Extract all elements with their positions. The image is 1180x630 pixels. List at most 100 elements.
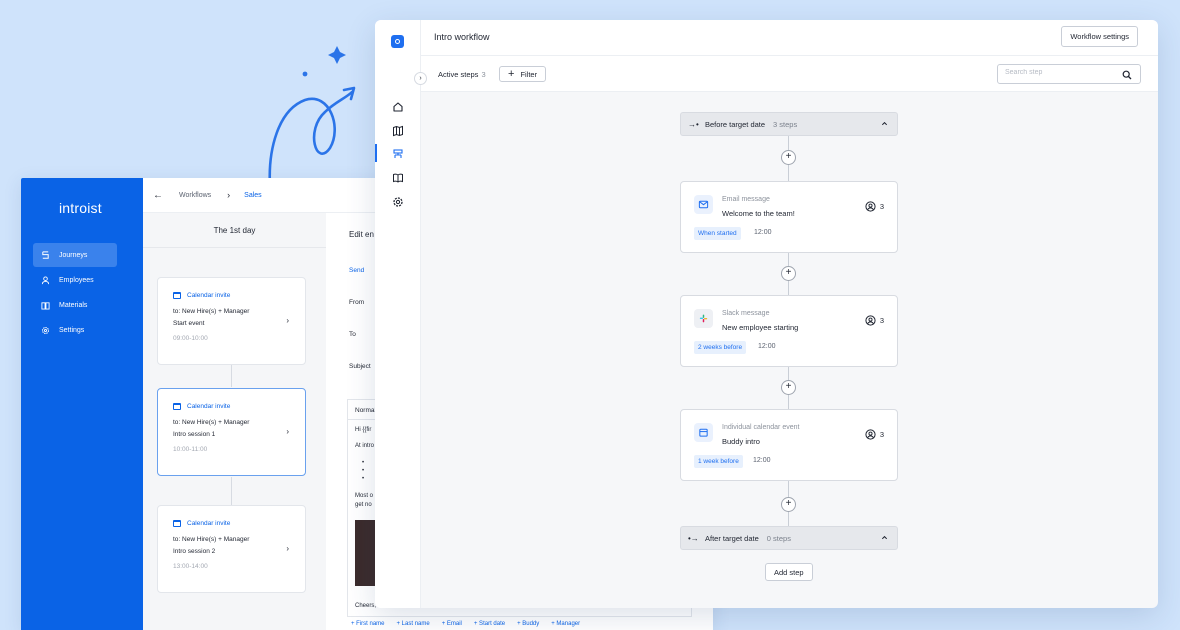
- to-label: To: [349, 331, 356, 338]
- email-icon: [694, 195, 713, 214]
- chevron-up-icon[interactable]: [881, 534, 888, 541]
- workflow-header: Intro workflow Workflow settings: [421, 20, 1158, 56]
- step-card[interactable]: Email message Welcome to the team! 3 Whe…: [680, 181, 898, 253]
- subject-label: Subject: [349, 363, 371, 370]
- gear-icon: [41, 326, 50, 334]
- group-before-target-date[interactable]: →• Before target date 3 steps: [680, 112, 898, 136]
- slack-icon: [694, 309, 713, 328]
- search-box[interactable]: [997, 64, 1141, 84]
- card-name: Intro session 1: [173, 431, 216, 438]
- active-steps-label: Active steps: [438, 70, 479, 79]
- person-icon: [865, 429, 876, 440]
- card-type: Calendar invite: [187, 520, 231, 527]
- recipient-count: 3: [879, 430, 884, 439]
- back-arrow-icon[interactable]: ←: [153, 190, 163, 201]
- active-indicator: [375, 144, 377, 162]
- card-recipients: to: New Hire(s) + Manager: [173, 419, 250, 426]
- sidebar-item-journeys[interactable]: Journeys: [33, 243, 117, 267]
- card-time: 13:00-14:00: [173, 563, 208, 570]
- workflow-settings-button[interactable]: Workflow settings: [1061, 26, 1138, 47]
- card-type: Calendar invite: [187, 292, 231, 299]
- person-icon: [865, 315, 876, 326]
- variable-start-date[interactable]: + Start date: [474, 621, 505, 627]
- sidebar-item-settings[interactable]: Settings: [33, 318, 117, 342]
- timing-tag: 1 week before: [694, 455, 743, 468]
- group-after-target-date[interactable]: •→ After target date 0 steps: [680, 526, 898, 550]
- plus-icon: +: [508, 67, 515, 80]
- brand-logo: introist: [59, 200, 102, 216]
- timing-tag: When started: [694, 227, 741, 240]
- add-step-button[interactable]: +: [781, 497, 796, 512]
- breadcrumb-parent[interactable]: Workflows: [179, 192, 211, 199]
- filter-button[interactable]: + Filter: [499, 66, 547, 82]
- search-icon[interactable]: [1122, 70, 1132, 80]
- card-name: Start event: [173, 320, 205, 327]
- arrow-in-icon: →•: [688, 119, 699, 129]
- card-name: Intro session 2: [173, 548, 216, 555]
- variable-last-name[interactable]: + Last name: [397, 621, 430, 627]
- add-step-button[interactable]: +: [781, 380, 796, 395]
- add-step-button[interactable]: +: [781, 266, 796, 281]
- sidebar-item-employees[interactable]: Employees: [33, 268, 117, 292]
- sidebar-item-materials[interactable]: Materials: [33, 293, 117, 317]
- calendar-invite-card[interactable]: Calendar invite to: New Hire(s) + Manage…: [157, 277, 306, 365]
- calendar-invite-card[interactable]: Calendar invite to: New Hire(s) + Manage…: [157, 388, 306, 476]
- card-time: 10:00-11:00: [173, 446, 208, 453]
- workflow-icon[interactable]: [392, 147, 404, 159]
- editor-line: Hi {{fir: [355, 427, 372, 433]
- chevron-right-icon: ›: [286, 316, 289, 325]
- expand-sidebar-button[interactable]: ›: [414, 72, 427, 85]
- app-logo-icon: [391, 35, 404, 48]
- chevron-up-icon[interactable]: [881, 120, 888, 127]
- icon-rail: [375, 20, 421, 608]
- connector-line: [231, 477, 232, 505]
- variable-first-name[interactable]: + First name: [351, 621, 385, 627]
- embedded-photo: [355, 520, 375, 586]
- edit-title: Edit en: [349, 230, 374, 239]
- step-type: Slack message: [722, 310, 770, 317]
- calendar-icon: [173, 520, 181, 527]
- step-card[interactable]: Individual calendar event Buddy intro 3 …: [680, 409, 898, 481]
- map-icon[interactable]: [392, 124, 404, 137]
- sidebar-item-label: Journeys: [59, 251, 88, 259]
- step-name: Buddy intro: [722, 437, 760, 446]
- editor-line: At intro: [355, 443, 375, 449]
- book-icon[interactable]: [392, 171, 404, 183]
- gear-icon[interactable]: [392, 195, 404, 207]
- chevron-right-icon: ›: [286, 427, 289, 436]
- steps-toolbar: Active steps 3 + Filter: [421, 56, 1158, 92]
- sidebar-item-label: Employees: [59, 276, 94, 284]
- chevron-right-icon: ›: [227, 190, 231, 200]
- chevron-right-icon: ›: [286, 544, 289, 553]
- recipient-count: 3: [879, 202, 884, 211]
- search-input[interactable]: [1005, 69, 1115, 76]
- home-icon[interactable]: [392, 100, 404, 112]
- group-label: After target date: [705, 533, 759, 543]
- person-icon: [41, 275, 50, 284]
- editor-line: get no: [355, 502, 372, 508]
- page-title: Intro workflow: [434, 32, 490, 42]
- add-step-button[interactable]: +: [781, 150, 796, 165]
- timing-tag: 2 weeks before: [694, 341, 747, 354]
- variable-manager[interactable]: + Manager: [551, 621, 580, 627]
- send-tab[interactable]: Send: [349, 267, 364, 274]
- step-name: Welcome to the team!: [722, 209, 795, 218]
- step-card[interactable]: Slack message New employee starting 3 2 …: [680, 295, 898, 367]
- connector-line: [231, 365, 232, 387]
- workflow-app-window: › Intro workflow Workflow settings Activ…: [375, 20, 1158, 608]
- from-label: From: [349, 299, 365, 306]
- sidebar-item-label: Materials: [59, 301, 88, 309]
- add-step-button-bottom[interactable]: Add step: [765, 563, 813, 581]
- calendar-invite-card[interactable]: Calendar invite to: New Hire(s) + Manage…: [157, 505, 306, 593]
- group-count: 0 steps: [766, 533, 791, 543]
- step-time: 12:00: [758, 343, 776, 350]
- editor-bullet: •: [362, 468, 365, 474]
- variable-email[interactable]: + Email: [442, 621, 462, 627]
- editor-bullet: •: [362, 476, 365, 482]
- day-column: The 1st day Calendar invite to: New Hire…: [143, 213, 326, 630]
- editor-line: Cheers,: [355, 603, 377, 609]
- variable-buddy[interactable]: + Buddy: [517, 621, 539, 627]
- journeys-icon: [42, 250, 49, 259]
- step-time: 12:00: [753, 457, 771, 464]
- calendar-icon: [173, 403, 181, 410]
